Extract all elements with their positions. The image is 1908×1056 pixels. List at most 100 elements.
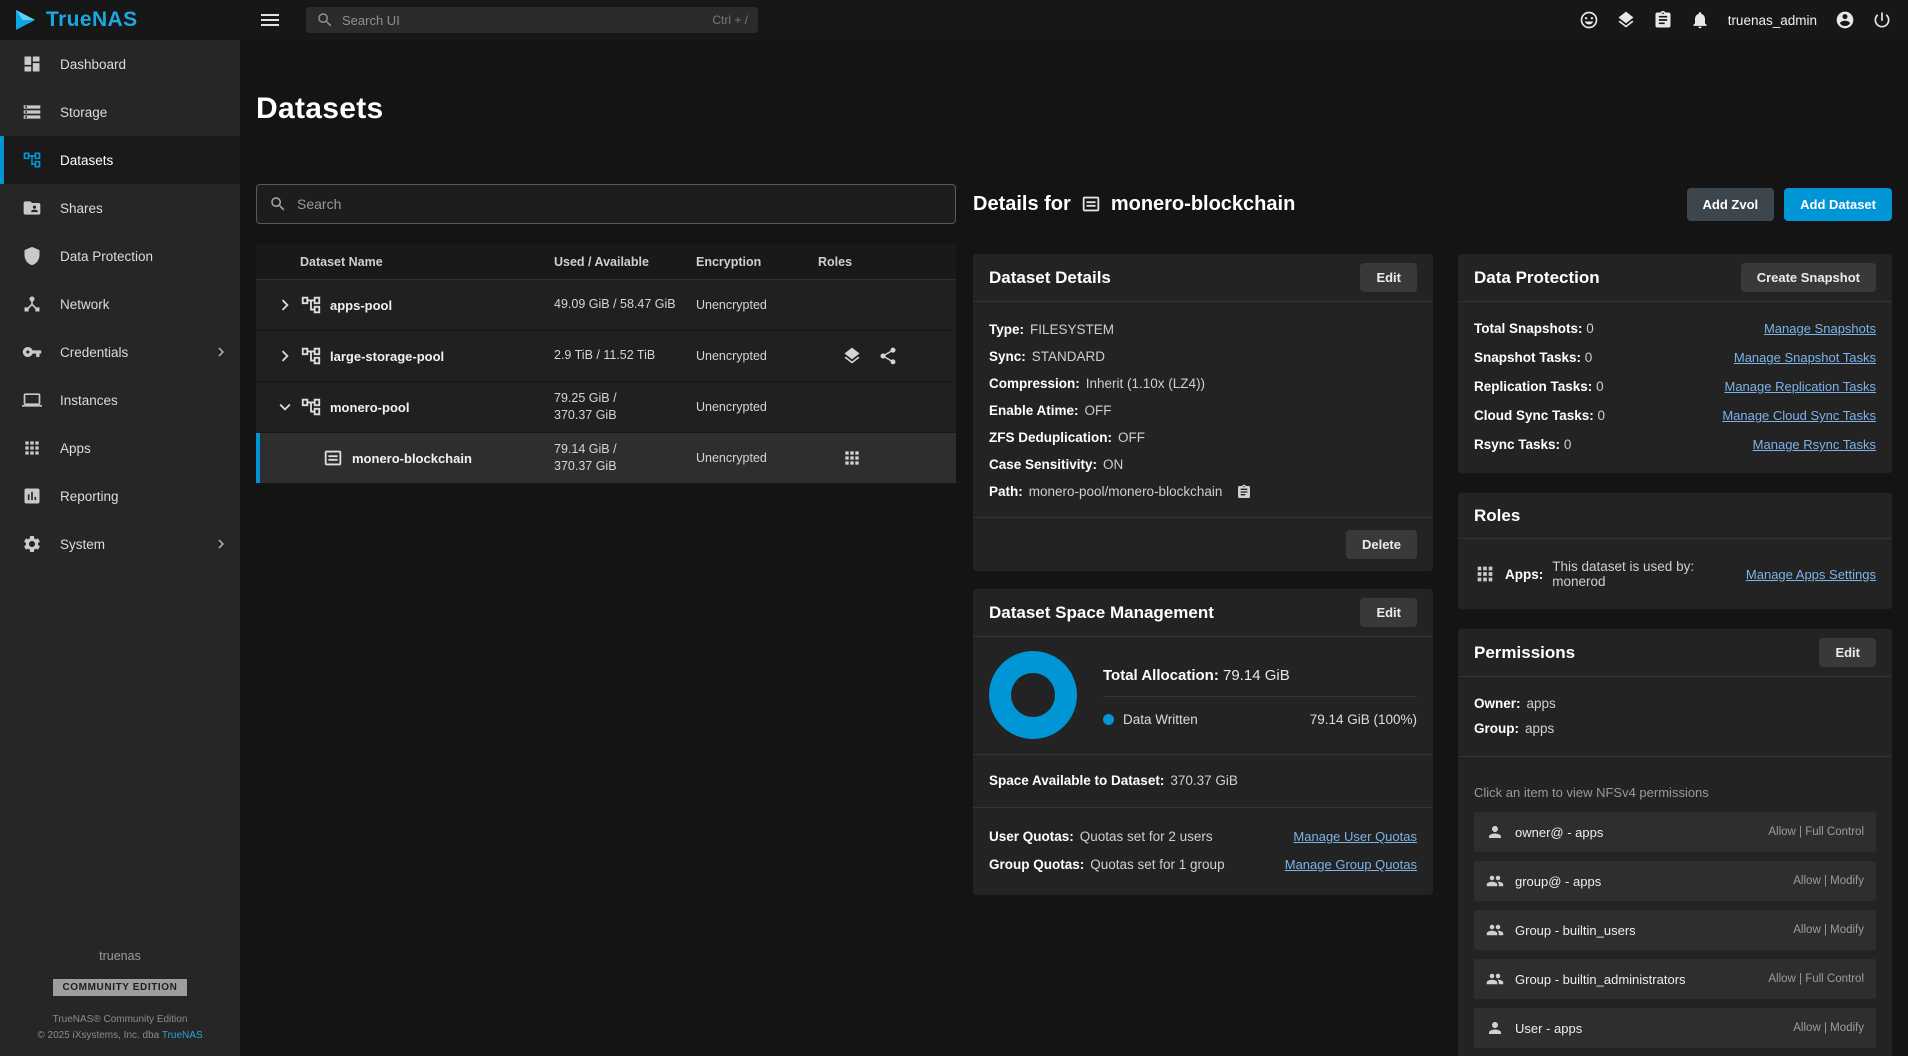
bell-icon (1690, 10, 1710, 30)
topbar: TrueNAS Ctrl + / truenas_admin (0, 0, 1908, 40)
sidebar-item-apps[interactable]: Apps (0, 424, 240, 472)
field-compression: Compression: Inherit (1.10x (LZ4)) (989, 370, 1417, 397)
menu-icon (258, 8, 282, 32)
global-search[interactable]: Ctrl + / (306, 7, 758, 33)
edition-line: TrueNAS® Community Edition (0, 1012, 240, 1028)
card-title: Permissions (1474, 643, 1575, 663)
sidebar-item-shares[interactable]: Shares (0, 184, 240, 232)
manage-replication-tasks-link[interactable]: Manage Replication Tasks (1724, 372, 1876, 401)
permission-item-user-apps[interactable]: User - apps Allow | Modify (1474, 1008, 1876, 1048)
sidebar-item-label: Network (60, 297, 110, 312)
sidebar-item-network[interactable]: Network (0, 280, 240, 328)
checkin-button[interactable] (1616, 10, 1636, 30)
dataset-name: monero-blockchain (352, 451, 472, 466)
notifications-button[interactable] (1690, 10, 1710, 30)
sidebar-item-instances[interactable]: Instances (0, 376, 240, 424)
manage-snapshot-tasks-link[interactable]: Manage Snapshot Tasks (1734, 343, 1876, 372)
sidebar-item-label: Storage (60, 105, 107, 120)
table-row-monero-pool[interactable]: monero-pool 79.25 GiB / 370.37 GiB Unenc… (256, 382, 956, 433)
search-shortcut-hint: Ctrl + / (712, 13, 748, 27)
sidebar-item-system[interactable]: System (0, 520, 240, 568)
dataset-search-input[interactable] (297, 196, 943, 212)
sidebar-nav: Dashboard Storage Datasets Shares Data P… (0, 40, 240, 568)
manage-apps-settings-link[interactable]: Manage Apps Settings (1746, 567, 1876, 582)
search-icon (269, 195, 287, 213)
main-content: Datasets Dataset Name Used / Available E… (240, 40, 1908, 1056)
edit-permissions-button[interactable]: Edit (1819, 638, 1876, 667)
permission-item-builtin-administrators[interactable]: Group - builtin_administrators Allow | F… (1474, 959, 1876, 999)
details-dataset-name: monero-blockchain (1111, 193, 1295, 216)
space-usage-donut-chart (989, 651, 1077, 739)
collapse-chevron-down-icon[interactable] (274, 396, 296, 418)
tree-table-header: Dataset Name Used / Available Encryption… (256, 244, 956, 280)
owner-row: Owner: apps (1474, 691, 1876, 716)
permission-item-builtin-users[interactable]: Group - builtin_users Allow | Modify (1474, 910, 1876, 950)
total-allocation: Total Allocation: 79.14 GiB (1103, 663, 1417, 697)
sidebar-item-data-protection[interactable]: Data Protection (0, 232, 240, 280)
encryption-value: Unencrypted (696, 298, 818, 312)
sidebar-item-label: Credentials (60, 345, 128, 360)
delete-dataset-button[interactable]: Delete (1346, 530, 1417, 559)
add-dataset-button[interactable]: Add Dataset (1784, 188, 1892, 221)
dataset-name: monero-pool (330, 400, 409, 415)
sidebar-footer: truenas COMMUNITY EDITION TrueNAS® Commu… (0, 949, 240, 1056)
feedback-button[interactable] (1579, 10, 1599, 30)
people-icon (1486, 970, 1504, 988)
permission-item-owner[interactable]: owner@ - apps Allow | Full Control (1474, 812, 1876, 852)
dataset-search[interactable] (256, 184, 956, 224)
roles-apps-row: Apps: This dataset is used by: monerod M… (1458, 539, 1892, 609)
sidebar-item-label: Apps (60, 441, 91, 456)
computer-icon (22, 390, 42, 410)
copy-path-button[interactable] (1236, 484, 1252, 500)
manage-rsync-tasks-link[interactable]: Manage Rsync Tasks (1753, 430, 1876, 459)
power-menu-button[interactable] (1872, 10, 1892, 30)
sidebar-toggle-button[interactable] (258, 8, 282, 32)
field-sync: Sync: STANDARD (989, 343, 1417, 370)
global-search-input[interactable] (342, 13, 704, 28)
manage-cloud-sync-tasks-link[interactable]: Manage Cloud Sync Tasks (1722, 401, 1876, 430)
used-available-value: 79.25 GiB / 370.37 GiB (554, 390, 696, 425)
divider (1458, 756, 1892, 757)
dataset-name: apps-pool (330, 298, 392, 313)
table-row-monero-blockchain[interactable]: monero-blockchain 79.14 GiB / 370.37 GiB… (256, 433, 956, 484)
permission-item-group[interactable]: group@ - apps Allow | Modify (1474, 861, 1876, 901)
group-quotas-row: Group Quotas: Quotas set for 1 group Man… (989, 851, 1417, 879)
manage-snapshots-link[interactable]: Manage Snapshots (1764, 314, 1876, 343)
card-title: Roles (1474, 506, 1520, 526)
space-management-card: Dataset Space Management Edit Total Allo… (973, 589, 1433, 895)
sidebar-item-reporting[interactable]: Reporting (0, 472, 240, 520)
sidebar-item-storage[interactable]: Storage (0, 88, 240, 136)
sidebar-item-datasets[interactable]: Datasets (0, 136, 240, 184)
expand-chevron-right-icon[interactable] (274, 345, 296, 367)
roles-cell (818, 346, 956, 366)
folder-share-icon (22, 198, 42, 218)
truenas-footer-link[interactable]: TrueNAS (162, 1030, 203, 1041)
create-snapshot-button[interactable]: Create Snapshot (1741, 263, 1876, 292)
dataset-box-icon (1080, 193, 1102, 215)
expand-chevron-right-icon[interactable] (274, 294, 296, 316)
details-title: Details for monero-blockchain (973, 193, 1295, 216)
jobs-button[interactable] (1653, 10, 1673, 30)
power-icon (1872, 10, 1892, 30)
table-row-large-storage-pool[interactable]: large-storage-pool 2.9 TiB / 11.52 TiB U… (256, 331, 956, 382)
manage-group-quotas-link[interactable]: Manage Group Quotas (1285, 851, 1417, 879)
user-menu-button[interactable] (1835, 10, 1855, 30)
account-circle-icon (1835, 10, 1855, 30)
sidebar-item-credentials[interactable]: Credentials (0, 328, 240, 376)
edit-space-button[interactable]: Edit (1360, 598, 1417, 627)
user-quotas-row: User Quotas: Quotas set for 2 users Mana… (989, 823, 1417, 851)
permissions-hint: Click an item to view NFSv4 permissions (1474, 772, 1876, 812)
details-header: Details for monero-blockchain Add Zvol A… (973, 184, 1892, 224)
add-zvol-button[interactable]: Add Zvol (1687, 188, 1775, 221)
sidebar: Dashboard Storage Datasets Shares Data P… (0, 40, 240, 1056)
copyright-line: © 2025 iXsystems, Inc. dba TrueNAS (0, 1028, 240, 1044)
manage-user-quotas-link[interactable]: Manage User Quotas (1293, 823, 1417, 851)
legend-dot (1103, 714, 1114, 725)
pool-tree-icon (300, 345, 322, 367)
chevron-right-icon (212, 343, 230, 361)
table-row-apps-pool[interactable]: apps-pool 49.09 GiB / 58.47 GiB Unencryp… (256, 280, 956, 331)
edit-dataset-details-button[interactable]: Edit (1360, 263, 1417, 292)
sidebar-item-dashboard[interactable]: Dashboard (0, 40, 240, 88)
apps-grid-icon (1474, 563, 1496, 585)
card-title: Data Protection (1474, 268, 1600, 288)
